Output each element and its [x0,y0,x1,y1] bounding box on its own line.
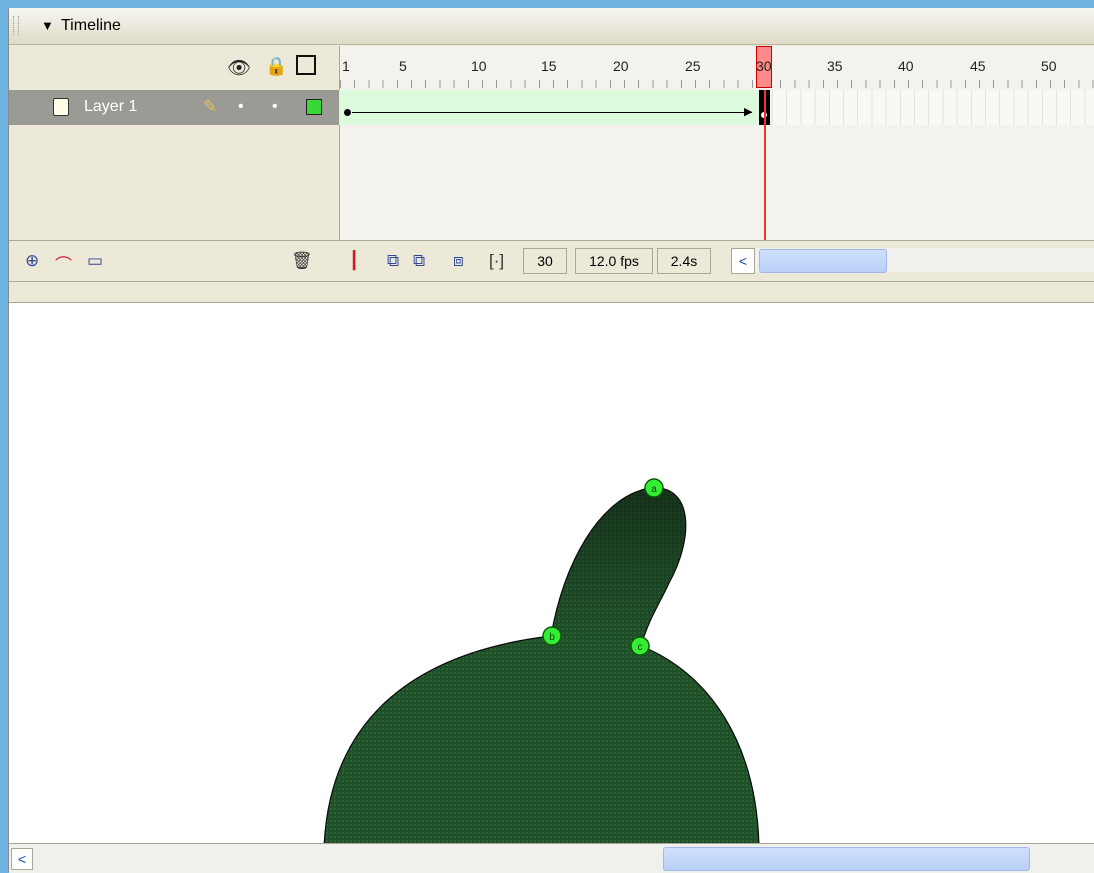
panel-divider[interactable] [9,282,1094,303]
layer-row[interactable]: Layer 1 ✎ • • [9,90,339,125]
ruler-label: 5 [399,58,407,74]
ruler-label: 25 [685,58,701,74]
playhead-line [764,90,766,240]
layers-empty-area [9,125,340,240]
modify-onion-markers-icon[interactable]: [·] [489,251,504,271]
stage-svg: a b c [323,478,760,843]
scroll-left-button[interactable]: < [731,248,755,274]
outline-icon[interactable] [296,55,316,75]
shape-hint-c[interactable]: c [630,636,650,656]
ruler-ticks [340,80,1094,88]
ruler-label: 35 [827,58,843,74]
empty-frames[interactable] [772,90,1094,125]
lock-icon[interactable]: 🔒 [265,56,287,77]
tween-arrowhead-icon: ▶ [744,106,753,118]
frame-ruler[interactable]: 1 5 10 15 20 25 30 35 40 45 50 [340,46,1094,91]
scroll-thumb[interactable] [759,249,887,273]
ruler-label: 40 [898,58,914,74]
timeline-hscroll[interactable]: < [731,248,1094,274]
panel-grip[interactable] [13,16,19,36]
hint-label: c [638,642,643,653]
layer-outline-color[interactable] [306,99,322,115]
lock-dot-icon[interactable]: • [272,98,278,116]
ruler-label: 15 [541,58,557,74]
hint-label: b [549,632,555,643]
visibility-dot-icon[interactable]: • [238,98,244,116]
stage-scroll-thumb[interactable] [663,847,1030,871]
stage-hscroll[interactable]: < [9,843,1094,873]
insert-layer-icon[interactable]: ⊕ [25,251,39,271]
ruler-label: 10 [471,58,487,74]
ruler-label: 1 [342,58,350,74]
start-keyframe[interactable] [344,109,351,116]
flash-timeline-window: ▼ Timeline 👁 🔒 1 5 10 15 20 25 30 35 40 … [8,8,1094,873]
onion-skin-icon[interactable]: ⧉ [387,251,399,271]
layers-header: 👁 🔒 [9,46,340,90]
edit-multiple-frames-icon[interactable]: ⧈ [453,251,464,271]
tween-arrow-line [352,112,752,113]
stage[interactable]: a b c [9,303,1094,843]
frames-row[interactable]: ▶ [340,90,1094,125]
eye-icon[interactable]: 👁 [227,56,251,80]
current-frame-field: 30 [523,248,567,274]
insert-folder-icon[interactable]: ▭ [87,251,103,271]
playhead-frame-label: 30 [756,58,772,74]
shape-hint-b[interactable]: b [542,626,562,646]
shape-hint-a[interactable]: a [644,478,664,498]
delete-layer-icon[interactable]: 🗑 [291,251,313,271]
timeline-toolbar: ⊕ ⌒ ▭ 🗑 ┃ ⧉ ⧉ ⧈ [·] 30 12.0 fps 2.4s < [9,240,1094,283]
onion-skin-outlines-icon[interactable]: ⧉ [413,251,425,271]
ruler-label: 50 [1041,58,1057,74]
frames-empty-area [340,125,1094,240]
timeline-panel-titlebar[interactable]: ▼ Timeline [9,8,1094,45]
hint-label: a [651,484,657,495]
motion-tween-span[interactable]: ▶ [340,90,761,125]
stage-scroll-left-button[interactable]: < [11,848,33,870]
elapsed-time-field: 2.4s [657,248,711,274]
ruler-label: 45 [970,58,986,74]
add-guide-layer-icon[interactable]: ⌒ [55,251,72,276]
frame-rate-field[interactable]: 12.0 fps [575,248,653,274]
ruler-label: 20 [613,58,629,74]
green-shape[interactable] [323,487,760,843]
pencil-icon: ✎ [203,97,218,116]
layer-icon [53,98,69,116]
collapse-triangle-icon[interactable]: ▼ [41,18,54,33]
panel-title[interactable]: Timeline [61,17,121,35]
layer-name[interactable]: Layer 1 [84,98,137,116]
center-frame-icon[interactable]: ┃ [349,251,359,271]
